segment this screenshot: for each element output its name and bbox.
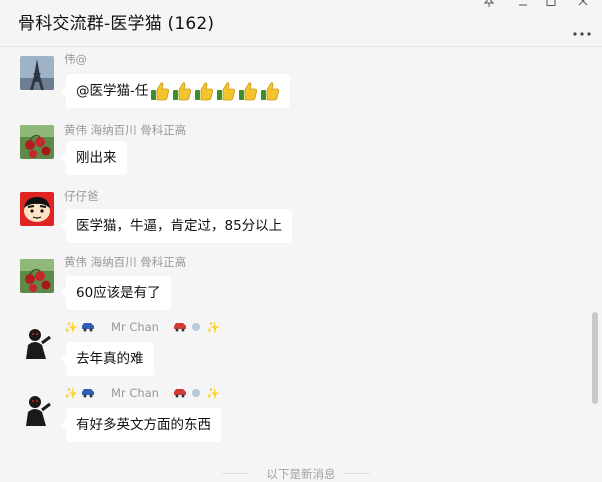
message-list: 伟@ @医学猫-任 黄伟 海纳百川 骨科正高 刚出来 仔仔爸 医学猫，牛逼，肯定…: [0, 48, 602, 481]
message-bubble[interactable]: 有好多英文方面的东西: [61, 408, 221, 442]
minimize-icon[interactable]: [510, 0, 536, 11]
cherry-tomato-avatar[interactable]: [20, 259, 54, 293]
message-text: 去年真的难: [76, 351, 144, 367]
message-text: 有好多英文方面的东西: [76, 417, 211, 433]
divider-line: [344, 473, 370, 474]
message-bubble[interactable]: @医学猫-任: [60, 74, 291, 108]
sparkles-emoji: ✨: [64, 321, 78, 334]
message-bubble[interactable]: 60应该是有了: [61, 276, 171, 310]
sender-line: ✨ Mr Chan ✨: [64, 320, 220, 335]
more-options-icon[interactable]: [572, 22, 592, 36]
message-text: 刚出来: [76, 150, 117, 166]
message-bubble[interactable]: 医学猫，牛逼，肯定过，85分以上: [60, 209, 293, 243]
dark-figure-avatar[interactable]: [20, 392, 54, 426]
sender-name: 仔仔爸: [64, 189, 99, 203]
cherry-tomato-avatar[interactable]: [20, 125, 54, 159]
scrollbar-thumb[interactable]: [592, 312, 598, 404]
thumbs-up-emoji: [261, 82, 280, 101]
new-messages-divider: 以下是新消息: [0, 466, 602, 481]
thumbs-up-emoji: [195, 82, 214, 101]
car-icon: [81, 321, 95, 335]
thumbs-up-emoji-group: [148, 82, 280, 101]
car-icon: [81, 387, 95, 401]
message-text: @医学猫-任: [76, 83, 149, 99]
sender-name: Mr Chan: [111, 320, 159, 334]
new-messages-label: 以下是新消息: [266, 467, 336, 481]
sender-name: 伟@: [64, 52, 87, 66]
maximize-icon[interactable]: [538, 0, 564, 11]
sender-name: Mr Chan: [111, 386, 159, 400]
thumbs-up-emoji: [217, 82, 236, 101]
car-icon: [173, 321, 187, 335]
cartoon-boy-avatar[interactable]: [20, 192, 54, 226]
sender-name: 黄伟 海纳百川 骨科正高: [64, 123, 187, 137]
dash-icon: [190, 387, 202, 401]
chat-title: 骨科交流群-医学猫 (162): [18, 14, 215, 34]
message-bubble[interactable]: 刚出来: [61, 141, 127, 175]
sender-line: ✨ Mr Chan ✨: [64, 386, 220, 401]
thumbs-up-emoji: [151, 82, 170, 101]
dash-icon: [190, 321, 202, 335]
message-text: 60应该是有了: [76, 285, 161, 301]
close-icon[interactable]: [570, 0, 596, 11]
sparkles-emoji: ✨: [205, 321, 220, 334]
sparkles-emoji: ✨: [64, 387, 78, 400]
thumbs-up-emoji: [239, 82, 258, 101]
sender-name: 黄伟 海纳百川 骨科正高: [64, 255, 187, 269]
car-icon: [173, 387, 187, 401]
message-text: 医学猫，牛逼，肯定过，85分以上: [76, 218, 283, 234]
sparkles-emoji: ✨: [205, 387, 220, 400]
message-bubble[interactable]: 去年真的难: [61, 342, 154, 376]
thumbs-up-emoji: [173, 82, 192, 101]
pin-icon[interactable]: [476, 0, 502, 11]
title-bar: 骨科交流群-医学猫 (162): [0, 0, 602, 47]
dark-figure-avatar[interactable]: [20, 325, 54, 359]
eiffel-tower-avatar[interactable]: [20, 56, 54, 90]
